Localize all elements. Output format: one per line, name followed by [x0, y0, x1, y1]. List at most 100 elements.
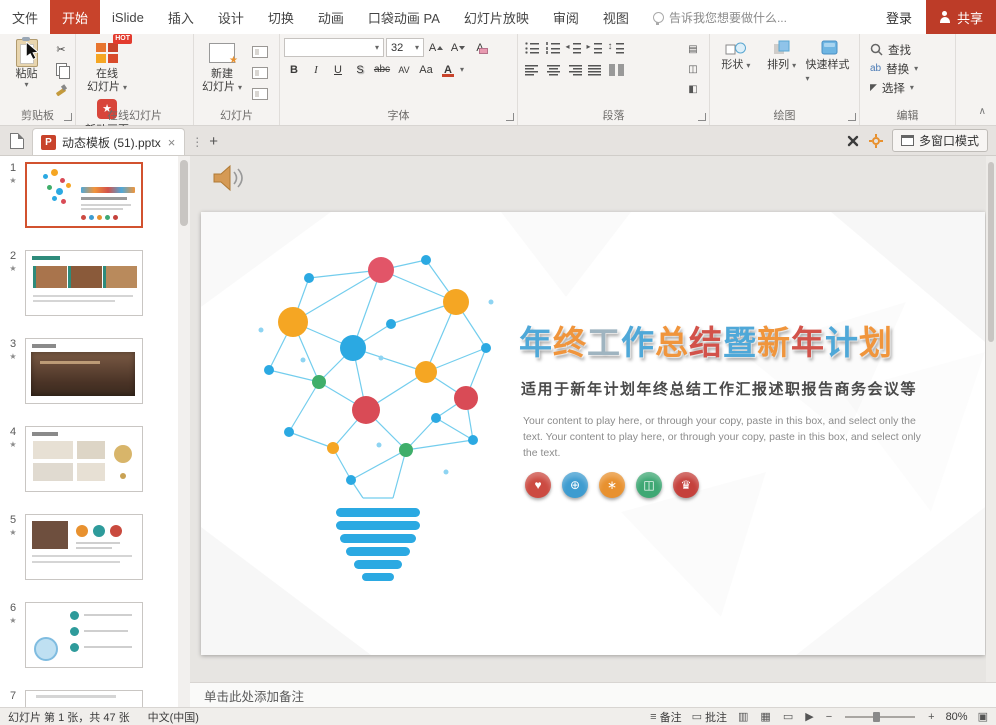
increase-font-size-button[interactable]: A	[426, 38, 446, 57]
align-right-button[interactable]	[564, 60, 584, 79]
gear-icon[interactable]	[868, 133, 883, 148]
clear-formatting-button[interactable]: A	[470, 38, 490, 57]
justify-button[interactable]	[585, 60, 605, 79]
columns-button[interactable]	[606, 60, 626, 79]
tell-me-box[interactable]: 告诉我您想要做什么...	[652, 0, 787, 34]
find-button[interactable]: 查找	[864, 40, 951, 59]
thumbnail-item-7[interactable]: 7	[4, 690, 174, 707]
notes-pane[interactable]: 单击此处添加备注	[190, 682, 996, 707]
multi-window-mode-button[interactable]: 多窗口模式	[891, 129, 988, 152]
slide-body-text[interactable]: Your content to play here, or through yo…	[523, 414, 921, 461]
shapes-button[interactable]: 形状 ▾	[714, 38, 758, 84]
text-shadow-button[interactable]: S	[350, 60, 370, 79]
fit-to-window-button[interactable]: ▣	[978, 710, 988, 723]
line-spacing-button[interactable]	[606, 38, 626, 57]
reset-slide-button[interactable]	[250, 63, 270, 82]
underline-button[interactable]: U	[328, 60, 348, 79]
slide-thumbnail-3[interactable]	[25, 338, 143, 404]
menu-tab-10[interactable]: 审阅	[541, 0, 591, 34]
lightbulb-network-graphic[interactable]	[241, 240, 501, 585]
thumbnail-item-3[interactable]: 3 ★	[4, 338, 174, 416]
menu-tab-6[interactable]: 切换	[256, 0, 306, 34]
reading-view-button[interactable]: ▭	[782, 710, 794, 723]
menu-tab-3[interactable]: iSlide	[100, 0, 156, 34]
align-text-button[interactable]: ◫	[683, 60, 703, 79]
thumbnail-item-4[interactable]: 4 ★	[4, 426, 174, 504]
share-button[interactable]: 共享	[925, 0, 996, 34]
strikethrough-button[interactable]: abc	[372, 60, 392, 79]
cut-button[interactable]: ✂	[51, 40, 71, 59]
menu-tab-5[interactable]: 设计	[206, 0, 256, 34]
normal-view-button[interactable]: ▥	[737, 710, 749, 723]
align-left-button[interactable]	[522, 60, 542, 79]
audio-speaker-icon[interactable]	[212, 164, 246, 197]
italic-button[interactable]: I	[306, 60, 326, 79]
tab-menu-icon[interactable]: ⋮	[191, 135, 203, 149]
decrease-font-size-button[interactable]: A	[448, 38, 468, 57]
slide-thumbnail-2[interactable]	[25, 250, 143, 316]
login-button[interactable]: 登录	[872, 0, 926, 34]
select-button[interactable]: ◤ 选择 ▾	[864, 78, 951, 97]
thumbnail-scrollbar[interactable]	[178, 156, 190, 707]
close-tab-icon[interactable]: ×	[167, 135, 177, 150]
bold-button[interactable]: B	[284, 60, 304, 79]
slide-subtitle[interactable]: 适用于新年计划年终总结工作汇报述职报告商务会议等	[521, 378, 917, 399]
menu-tab-4[interactable]: 插入	[156, 0, 206, 34]
canvas-scrollbar[interactable]	[986, 156, 996, 707]
menu-tab-7[interactable]: 动画	[306, 0, 356, 34]
menu-tab-9[interactable]: 幻灯片放映	[452, 0, 541, 34]
status-comments-button[interactable]: ▭ 批注	[692, 709, 727, 725]
format-painter-button[interactable]	[51, 80, 71, 99]
menu-tab-2-active[interactable]: 开始	[50, 0, 101, 34]
thumbnail-item-1[interactable]: 1 ★	[4, 162, 174, 240]
slide-thumbnail-7[interactable]	[25, 690, 143, 707]
menu-tab-8[interactable]: 口袋动画 PA	[356, 0, 452, 34]
character-spacing-button[interactable]: AV	[394, 60, 414, 79]
change-case-button[interactable]: Aa	[416, 60, 436, 79]
new-slide-button[interactable]: 新建 幻灯片 ▾	[198, 38, 246, 94]
thumbnail-item-6[interactable]: 6 ★	[4, 602, 174, 680]
slide-layout-button[interactable]	[250, 42, 270, 61]
copy-button[interactable]	[51, 60, 71, 79]
quick-styles-button[interactable]: 快速样式 ▾	[806, 38, 855, 84]
document-icon[interactable]	[10, 133, 24, 149]
font-name-select[interactable]: ▾	[284, 38, 384, 57]
paste-dropdown-icon[interactable]: ▾	[24, 81, 28, 89]
zoom-in-button[interactable]: +	[927, 711, 935, 723]
status-notes-button[interactable]: ≡ 备注	[650, 709, 681, 725]
slide-thumbnail-1[interactable]	[25, 162, 143, 228]
new-tab-button[interactable]: +	[209, 133, 218, 150]
menu-tab-11[interactable]: 视图	[591, 0, 641, 34]
increase-indent-button[interactable]	[585, 38, 605, 57]
thumbnail-item-2[interactable]: 2 ★	[4, 250, 174, 328]
slide-thumbnail-6[interactable]	[25, 602, 143, 668]
drawing-dialog-launcher[interactable]	[848, 113, 856, 121]
slideshow-button[interactable]: ▶	[804, 710, 814, 723]
convert-smartart-button[interactable]: ◧	[683, 80, 703, 99]
zoom-slider-thumb[interactable]	[873, 711, 881, 722]
online-slides-button[interactable]: HOT 在线 幻灯片 ▾	[80, 34, 134, 94]
arrange-button[interactable]: 排列 ▾	[760, 38, 804, 84]
zoom-out-button[interactable]: −	[825, 711, 833, 723]
thumbnail-item-5[interactable]: 5 ★	[4, 514, 174, 592]
document-tab[interactable]: P 动态模板 (51).pptx ×	[32, 128, 186, 155]
slide-sorter-view-button[interactable]: ▦	[759, 710, 771, 723]
font-size-select[interactable]: 32 ▾	[386, 38, 424, 57]
bullets-button[interactable]	[522, 38, 542, 57]
font-dialog-launcher[interactable]	[506, 113, 514, 121]
zoom-level[interactable]: 80%	[946, 711, 968, 723]
section-button[interactable]	[250, 84, 270, 103]
tools-icon[interactable]	[846, 134, 860, 148]
font-color-dropdown-icon[interactable]: ▾	[460, 65, 464, 74]
slide-badges[interactable]: ♥ ⊕ ∗ ◫ ♛	[525, 472, 699, 498]
decrease-indent-button[interactable]	[564, 38, 584, 57]
thumbnail-scrollbar-thumb[interactable]	[180, 160, 188, 226]
slide-editing-surface[interactable]: 年终工作总结暨新年计划 适用于新年计划年终总结工作汇报述职报告商务会议等 You…	[201, 212, 985, 655]
font-color-button[interactable]: A	[438, 60, 458, 79]
slide-thumbnail-5[interactable]	[25, 514, 143, 580]
zoom-slider[interactable]	[845, 711, 916, 722]
collapse-ribbon-button[interactable]: ∧	[979, 106, 986, 117]
text-direction-button[interactable]: ▤	[683, 40, 703, 59]
numbering-button[interactable]	[543, 38, 563, 57]
menu-tab-1[interactable]: 文件	[0, 0, 50, 34]
